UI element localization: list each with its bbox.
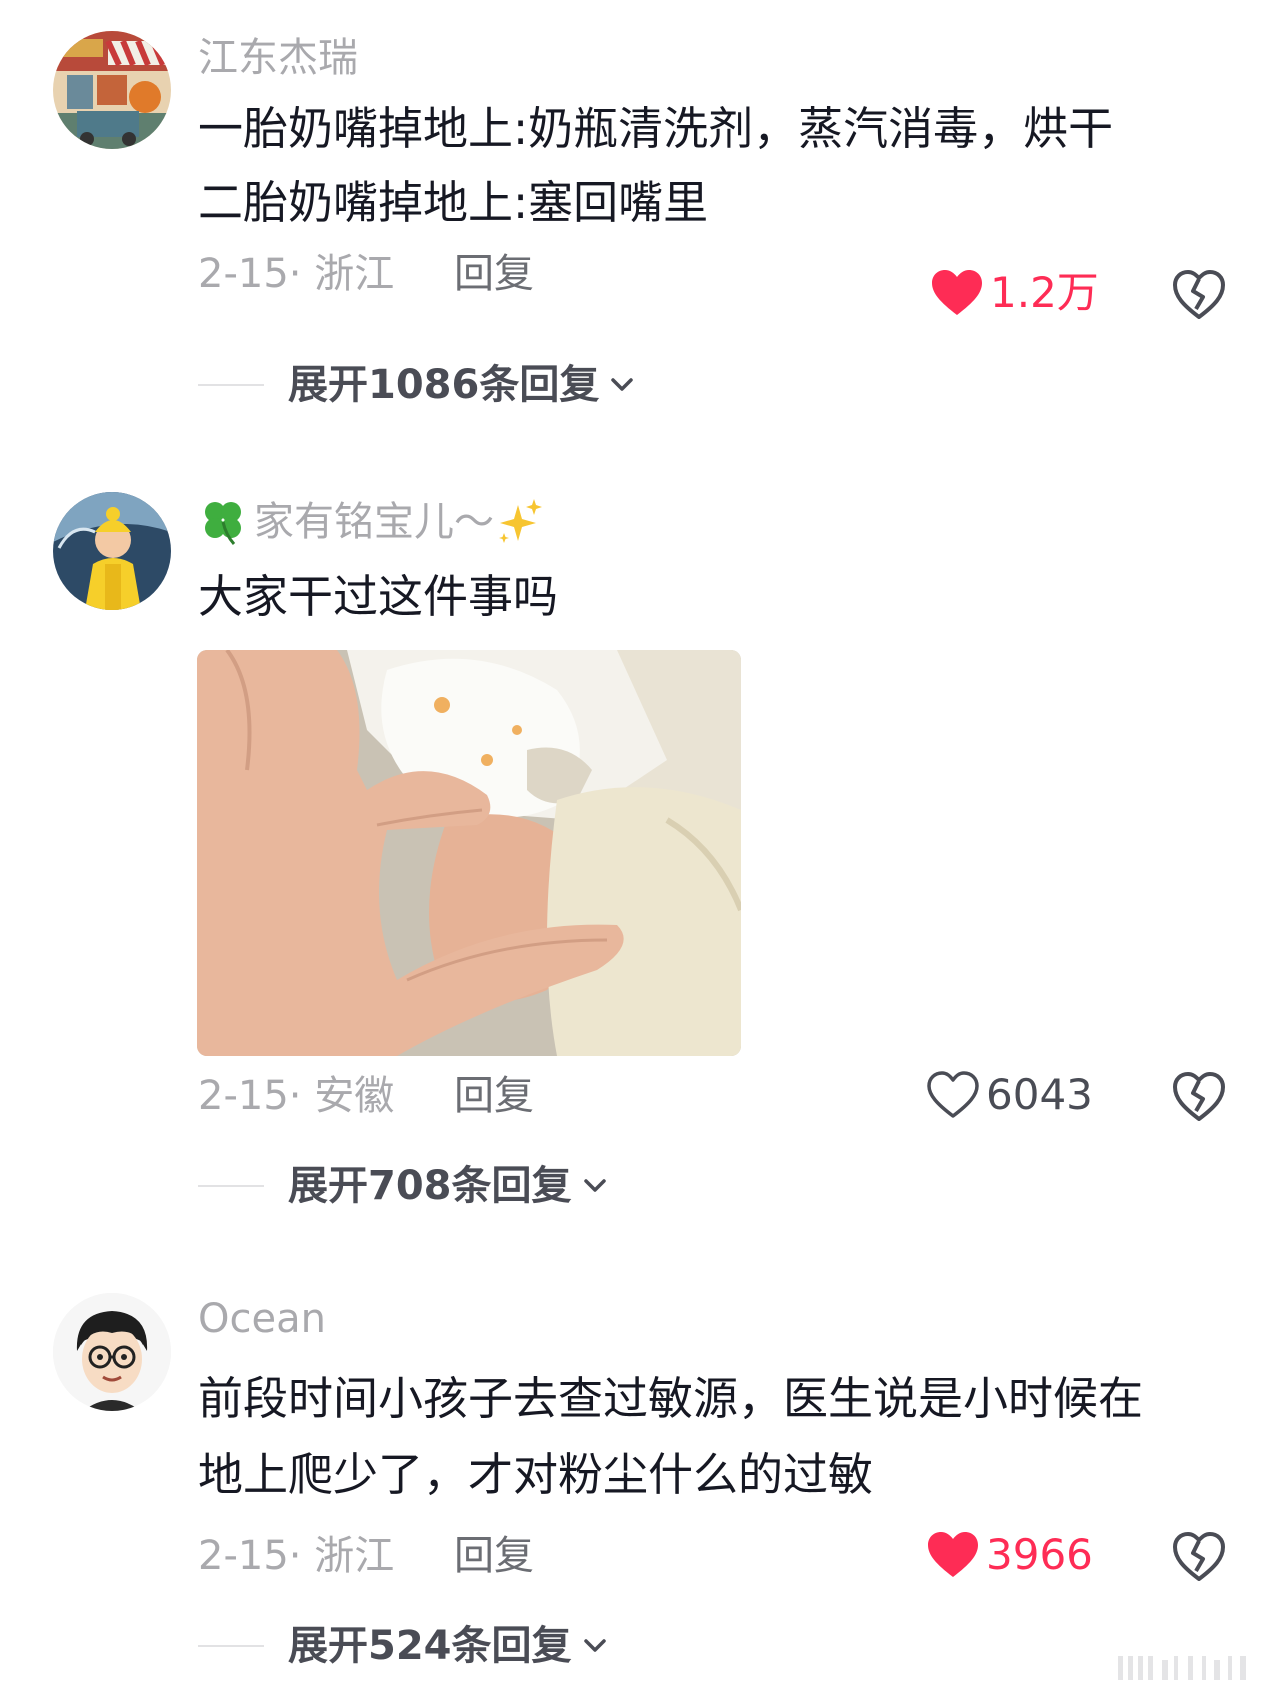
comment-date-location: 2-15· 浙江 [198, 251, 395, 297]
username[interactable]: Ocean [198, 1299, 326, 1339]
heart-filled-icon [928, 1532, 978, 1577]
reply-button[interactable]: 回复 [454, 254, 534, 294]
avatar[interactable] [53, 1293, 171, 1411]
like-count: 3966 [986, 1530, 1093, 1579]
expand-replies-button[interactable]: 展开524条回复 [198, 1626, 610, 1666]
expand-divider [198, 1185, 264, 1187]
reply-button[interactable]: 回复 [454, 1536, 534, 1576]
comment-date-location: 2-15· 安徽 [198, 1073, 395, 1119]
expand-replies-label: 展开708条回复 [288, 1163, 572, 1209]
comment-item: 江东杰瑞 一胎奶嘴掉地上:奶瓶清洗剂，蒸汽消毒，烘干 二胎奶嘴掉地上:塞回嘴里 … [0, 0, 1280, 420]
avatar-image [53, 1293, 171, 1411]
expand-divider [198, 384, 264, 386]
comment-date-location: 2-15· 浙江 [198, 1533, 395, 1579]
expand-replies-button[interactable]: 展开708条回复 [198, 1166, 610, 1206]
like-button[interactable]: 3966 [926, 1530, 1093, 1580]
heart-filled-icon [932, 270, 982, 315]
expand-replies-button[interactable]: 展开1086条回复 [198, 365, 637, 405]
avatar-image [53, 492, 171, 610]
chevron-down-icon [611, 378, 634, 391]
like-count: 6043 [986, 1070, 1093, 1119]
comment-text-line: 二胎奶嘴掉地上:塞回嘴里 [198, 176, 709, 229]
baby-pacifier-photo [197, 650, 741, 1056]
heart-outline-icon [927, 1071, 979, 1118]
chevron-down-icon [583, 1179, 606, 1192]
expand-replies-label: 展开1086条回复 [288, 362, 600, 408]
dislike-broken-heart-icon[interactable] [1172, 1070, 1226, 1124]
expand-divider [198, 1645, 264, 1647]
chevron-down-icon [583, 1639, 606, 1652]
four-leaf-clover-icon [205, 502, 241, 545]
comment-text-line: 前段时间小孩子去查过敏源，医生说是小时候在 [198, 1372, 1144, 1425]
username[interactable]: 江东杰瑞 [198, 38, 358, 78]
comment-text-line: 地上爬少了，才对粉尘什么的过敏 [198, 1448, 874, 1501]
dislike-broken-heart-icon[interactable] [1172, 268, 1226, 322]
watermark-logo [1118, 1656, 1246, 1680]
comment-text-line: 一胎奶嘴掉地上:奶瓶清洗剂，蒸汽消毒，烘干 [198, 102, 1114, 155]
avatar-image [53, 31, 171, 149]
avatar[interactable] [53, 492, 171, 610]
dislike-broken-heart-icon[interactable] [1172, 1530, 1226, 1584]
reply-button[interactable]: 回复 [454, 1076, 534, 1116]
sparkles-icon [499, 499, 542, 543]
comment-text-line: 大家干过这件事吗 [198, 570, 559, 623]
like-button[interactable]: 1.2万 [930, 268, 1099, 318]
username-container[interactable]: 家有铭宝儿～ [198, 497, 544, 547]
like-button[interactable]: 6043 [926, 1070, 1093, 1120]
avatar[interactable] [53, 31, 171, 149]
expand-replies-label: 展开524条回复 [288, 1623, 572, 1669]
like-count: 1.2万 [990, 268, 1099, 317]
username: 家有铭宝儿～ [254, 499, 494, 545]
comment-image[interactable] [197, 650, 741, 1056]
